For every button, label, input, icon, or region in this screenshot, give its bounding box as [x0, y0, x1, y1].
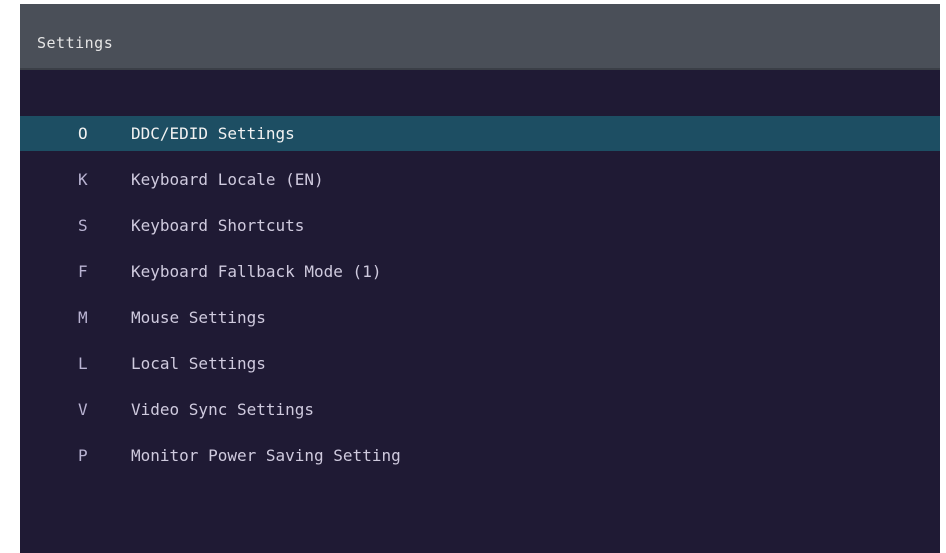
menu-item-local-settings[interactable]: L Local Settings — [20, 346, 940, 381]
menu-item-video-sync-settings[interactable]: V Video Sync Settings — [20, 392, 940, 427]
window-title: Settings — [37, 34, 114, 52]
menu-item-keyboard-locale[interactable]: K Keyboard Locale (EN) — [20, 162, 940, 197]
menu-item-label: Keyboard Fallback Mode (1) — [131, 262, 382, 281]
menu-item-hotkey: K — [78, 170, 88, 189]
menu-item-label: Keyboard Locale (EN) — [131, 170, 324, 189]
menu-item-hotkey: V — [78, 400, 88, 419]
menu-item-keyboard-shortcuts[interactable]: S Keyboard Shortcuts — [20, 208, 940, 243]
menu-item-hotkey: L — [78, 354, 88, 373]
menu-item-keyboard-fallback-mode[interactable]: F Keyboard Fallback Mode (1) — [20, 254, 940, 289]
menu-item-hotkey: F — [78, 262, 88, 281]
title-bar: Settings — [20, 4, 940, 70]
menu-item-mouse-settings[interactable]: M Mouse Settings — [20, 300, 940, 335]
menu-item-label: Keyboard Shortcuts — [131, 216, 305, 235]
menu-item-hotkey: P — [78, 446, 88, 465]
menu-item-hotkey: O — [78, 124, 88, 143]
menu-item-monitor-power-saving[interactable]: P Monitor Power Saving Setting — [20, 438, 940, 473]
menu-item-label: Video Sync Settings — [131, 400, 315, 419]
settings-menu: O DDC/EDID Settings K Keyboard Locale (E… — [20, 116, 940, 484]
menu-item-label: Mouse Settings — [131, 308, 266, 327]
osd-screen: Settings O DDC/EDID Settings K Keyboard … — [20, 4, 940, 553]
menu-item-hotkey: M — [78, 308, 88, 327]
menu-item-label: Local Settings — [131, 354, 266, 373]
menu-item-label: DDC/EDID Settings — [131, 124, 295, 143]
menu-item-ddc-edid-settings[interactable]: O DDC/EDID Settings — [20, 116, 940, 151]
menu-item-label: Monitor Power Saving Setting — [131, 446, 401, 465]
menu-item-hotkey: S — [78, 216, 88, 235]
